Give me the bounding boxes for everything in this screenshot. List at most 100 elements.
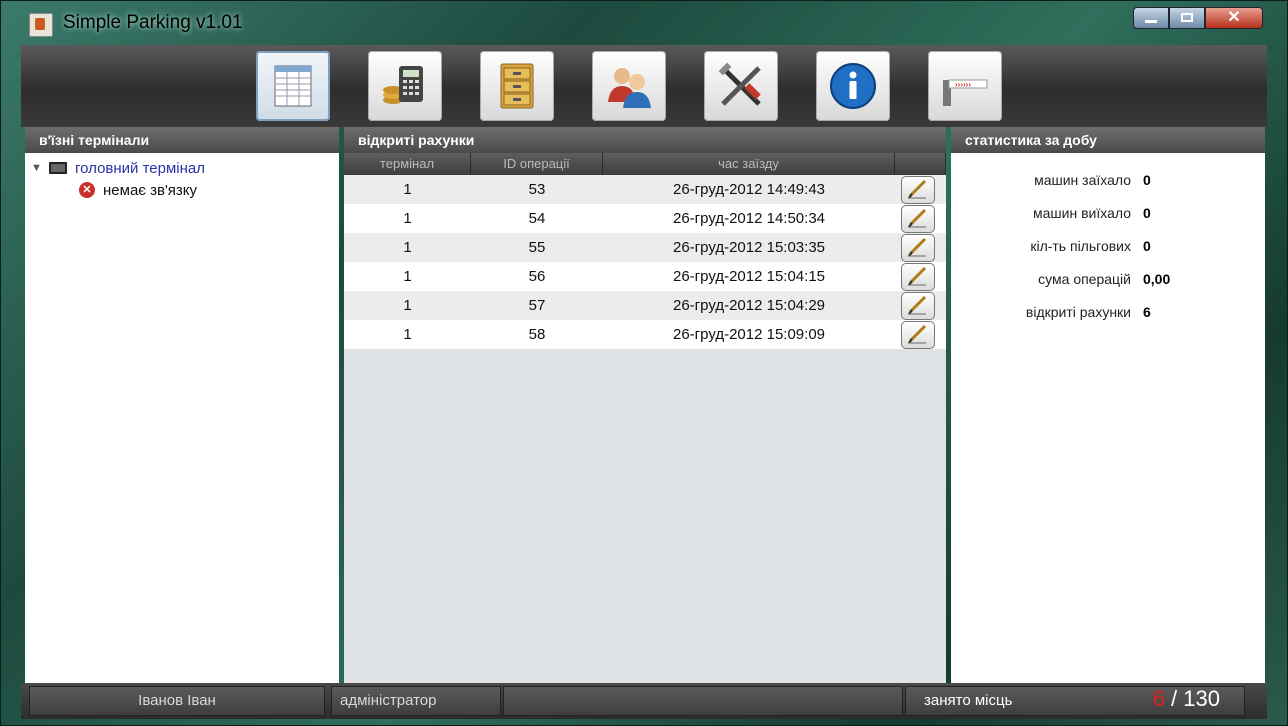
cashier-button[interactable] [368, 51, 442, 121]
column-header-operation-id[interactable]: ID операції [471, 153, 603, 175]
about-button[interactable] [816, 51, 890, 121]
window-controls: ✕ [1133, 7, 1263, 29]
status-bar: Іванов Іван адміністратор занято місць 6… [21, 683, 1267, 719]
tree-node-status[interactable]: ✕ немає зв'язку [31, 179, 339, 201]
edit-account-button[interactable] [901, 320, 935, 349]
calculator-coins-icon [383, 66, 423, 104]
cell-entry-time: 26-груд-2012 15:09:09 [673, 326, 825, 343]
status-spacer [503, 686, 903, 716]
maximize-button[interactable] [1169, 7, 1205, 29]
tree-node-main-terminal[interactable]: ▼ головний термінал [31, 157, 339, 179]
edit-account-button[interactable] [901, 175, 935, 204]
document-table-icon [274, 65, 312, 107]
cell-entry-time: 26-груд-2012 14:50:34 [673, 210, 825, 227]
stat-value: 0,00 [1143, 270, 1171, 287]
tools-icon [718, 62, 761, 106]
stat-value: 0 [1143, 204, 1151, 221]
places-separator: / [1164, 686, 1184, 711]
svg-text:››››››: ›››››› [955, 80, 971, 89]
edit-account-button[interactable] [901, 291, 935, 320]
main-window: Simple Parking v1.01 ✕ ›››››› в'їзні тер… [0, 0, 1288, 726]
open-accounts-title: відкриті рахунки [344, 127, 946, 153]
edit-account-button[interactable] [901, 233, 935, 262]
cell-action [895, 233, 946, 262]
stat-value: 0 [1143, 171, 1151, 188]
entry-terminals-title: в'їзні термінали [25, 127, 339, 153]
occupied-count: 6 [1152, 686, 1165, 711]
tree-node-label: головний термінал [75, 159, 206, 177]
column-header-terminal[interactable]: термінал [344, 153, 471, 175]
cell-entry-time: 26-груд-2012 15:04:15 [673, 268, 825, 285]
pencil-icon [908, 295, 927, 315]
cell-entry-time: 26-груд-2012 15:03:35 [673, 239, 825, 256]
pencil-icon [908, 324, 927, 344]
title-bar: Simple Parking v1.01 ✕ [1, 1, 1288, 45]
table-row[interactable]: 1 56 26-груд-2012 15:04:15 [344, 262, 946, 291]
stat-label: кіл-ть пільгових [1030, 237, 1131, 254]
stat-row: відкриті рахунки 6 [951, 295, 1265, 328]
cell-action [895, 291, 946, 320]
accounts-button[interactable] [256, 51, 330, 121]
column-header-action [895, 153, 946, 175]
cell-operation-id: 55 [528, 239, 546, 256]
cell-terminal: 1 [403, 326, 412, 343]
minimize-button[interactable] [1133, 7, 1169, 29]
stat-row: машин виїхало 0 [951, 196, 1265, 229]
cell-terminal: 1 [403, 181, 412, 198]
places-label: занято місць [924, 692, 1013, 709]
open-accounts-panel: відкриті рахунки термінал ID операції ча… [344, 127, 946, 683]
cell-operation-id: 54 [528, 210, 546, 227]
pencil-icon [908, 208, 927, 228]
cell-action [895, 204, 946, 233]
table-row[interactable]: 1 58 26-груд-2012 15:09:09 [344, 320, 946, 349]
stat-value: 6 [1143, 303, 1151, 320]
exit-button[interactable]: ›››››› [928, 51, 1002, 121]
column-header-entry-time[interactable]: час заїзду [603, 153, 895, 175]
entry-terminals-panel: в'їзні термінали ▼ головний термінал ✕ н… [25, 127, 339, 683]
terminal-tree: ▼ головний термінал ✕ немає зв'язку [25, 153, 339, 201]
terminal-icon [49, 162, 67, 174]
info-icon [830, 63, 876, 109]
toolbar: ›››››› [21, 45, 1267, 127]
window-title: Simple Parking v1.01 [63, 12, 243, 33]
users-button[interactable] [592, 51, 666, 121]
file-cabinet-icon [500, 63, 534, 109]
exit-barrier-icon: ›››››› [943, 79, 988, 106]
status-places: занято місць 6 / 130 [905, 686, 1245, 716]
stat-label: машин заїхало [1034, 171, 1131, 188]
cell-entry-time: 26-груд-2012 14:49:43 [673, 181, 825, 198]
table-row[interactable]: 1 55 26-груд-2012 15:03:35 [344, 233, 946, 262]
archive-button[interactable] [480, 51, 554, 121]
tree-expand-icon[interactable]: ▼ [31, 162, 45, 174]
settings-button[interactable] [704, 51, 778, 121]
edit-account-button[interactable] [901, 262, 935, 291]
cell-action [895, 175, 946, 204]
stat-value: 0 [1143, 237, 1151, 254]
cell-terminal: 1 [403, 268, 412, 285]
places-count: 6 / 130 [1153, 685, 1220, 713]
daily-stats-title: статистика за добу [951, 127, 1265, 153]
cell-terminal: 1 [403, 297, 412, 314]
cell-entry-time: 26-груд-2012 15:04:29 [673, 297, 825, 314]
status-role: адміністратор [331, 686, 501, 716]
pencil-icon [908, 179, 927, 199]
pencil-icon [908, 237, 927, 257]
users-icon [608, 68, 651, 108]
stat-row: сума операцій 0,00 [951, 262, 1265, 295]
table-row[interactable]: 1 57 26-груд-2012 15:04:29 [344, 291, 946, 320]
stat-label: відкриті рахунки [1025, 303, 1131, 320]
table-row[interactable]: 1 54 26-груд-2012 14:50:34 [344, 204, 946, 233]
stats-list: машин заїхало 0 машин виїхало 0 кіл-ть пільг… [951, 153, 1265, 328]
close-button[interactable]: ✕ [1205, 7, 1263, 29]
total-places: 130 [1183, 686, 1220, 711]
stat-row: машин заїхало 0 [951, 163, 1265, 196]
edit-account-button[interactable] [901, 204, 935, 233]
cell-operation-id: 53 [528, 181, 546, 198]
table-body: 1 53 26-груд-2012 14:49:43 1 54 26-груд-2012 … [344, 175, 946, 349]
cell-action [895, 320, 946, 349]
daily-stats-panel: статистика за добу машин заїхало 0 машин в… [951, 127, 1265, 683]
cell-operation-id: 57 [528, 297, 546, 314]
table-row[interactable]: 1 53 26-груд-2012 14:49:43 [344, 175, 946, 204]
table-header: термінал ID операції час заїзду [344, 153, 946, 175]
stat-label: машин виїхало [1033, 204, 1131, 221]
